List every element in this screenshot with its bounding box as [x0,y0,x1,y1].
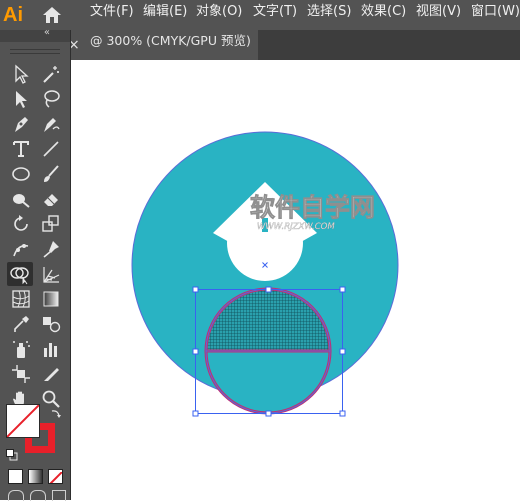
ellipse-tool-icon[interactable] [8,162,34,186]
menu-view[interactable]: 视图(V) [416,0,461,30]
menu-file[interactable]: 文件(F) [90,0,134,30]
color-mode-button[interactable] [8,469,23,484]
menu-select[interactable]: 选择(S) [307,0,351,30]
swap-colors-icon[interactable] [50,405,62,418]
puppet-warp-icon[interactable] [8,237,34,261]
document-tab[interactable]: × @ 300% (CMYK/GPU 预览) [62,30,258,60]
resize-handle[interactable] [339,286,346,293]
fill-color-swatch[interactable] [6,404,40,438]
resize-handle[interactable] [192,348,199,355]
eraser-tool-icon[interactable] [38,187,64,211]
panel-grip[interactable] [10,49,60,54]
pin-tool-icon[interactable] [38,237,64,261]
default-colors-icon[interactable] [6,446,18,461]
panel-header: « [0,27,70,42]
edit-toolbar-icon[interactable] [52,490,66,501]
paintbrush-tool-icon[interactable] [38,162,64,186]
gradient-tool-icon[interactable] [38,287,64,311]
screen-mode-icon[interactable] [30,490,46,501]
app-logo: Ai [3,4,23,26]
artwork[interactable]: 软件自学网 WWW.RJZXW.COM [71,60,520,500]
resize-handle[interactable] [265,286,272,293]
pen-tool-icon[interactable] [8,112,34,136]
resize-handle[interactable] [339,410,346,417]
type-tool-icon[interactable] [8,137,34,161]
draw-mode-icon[interactable] [8,490,24,501]
resize-handle[interactable] [265,410,272,417]
scale-tool-icon[interactable] [38,212,64,236]
svg-text:WWW.RJZXW.COM: WWW.RJZXW.COM [257,222,335,232]
gradient-mode-button[interactable] [28,469,43,484]
home-icon[interactable] [42,6,62,24]
shape-builder-icon[interactable] [7,262,33,286]
mesh-tool-icon[interactable] [8,287,34,311]
document-tab-title[interactable]: @ 300% (CMYK/GPU 预览) [90,30,251,60]
magic-wand-icon[interactable] [38,62,64,86]
artboard-tool-icon[interactable] [8,362,34,386]
tools-panel: « [0,27,71,501]
resize-handle[interactable] [192,286,199,293]
menu-edit[interactable]: 编辑(E) [143,0,187,30]
lasso-tool-icon[interactable] [38,87,64,111]
none-mode-button[interactable] [48,469,63,484]
resize-handle[interactable] [192,410,199,417]
menu-effect[interactable]: 效果(C) [361,0,406,30]
blend-tool-icon[interactable] [38,312,64,336]
eyedropper-tool-icon[interactable] [8,312,34,336]
perspective-grid-icon[interactable] [38,262,64,286]
curvature-tool-icon[interactable] [38,112,64,136]
collapse-panel-button[interactable]: « [44,27,50,38]
menu-window[interactable]: 窗口(W) [471,0,520,30]
selected-circle[interactable] [204,287,332,415]
symbol-sprayer-icon[interactable] [8,337,34,361]
menu-object[interactable]: 对象(O) [196,0,242,30]
menu-bar: Ai 文件(F) 编辑(E) 对象(O) 文字(T) 选择(S) 效果(C) 视… [0,0,520,30]
line-tool-icon[interactable] [38,137,64,161]
blob-brush-icon[interactable] [8,187,34,211]
resize-handle[interactable] [339,348,346,355]
svg-text:软件自学网: 软件自学网 [250,193,375,222]
rotate-tool-icon[interactable] [8,212,34,236]
column-graph-icon[interactable] [38,337,64,361]
menu-type[interactable]: 文字(T) [253,0,297,30]
direct-selection-tool-icon[interactable] [8,87,34,111]
selection-tool-icon[interactable] [8,62,34,86]
slice-tool-icon[interactable] [38,362,64,386]
artboard-canvas[interactable]: 软件自学网 WWW.RJZXW.COM [71,60,520,500]
